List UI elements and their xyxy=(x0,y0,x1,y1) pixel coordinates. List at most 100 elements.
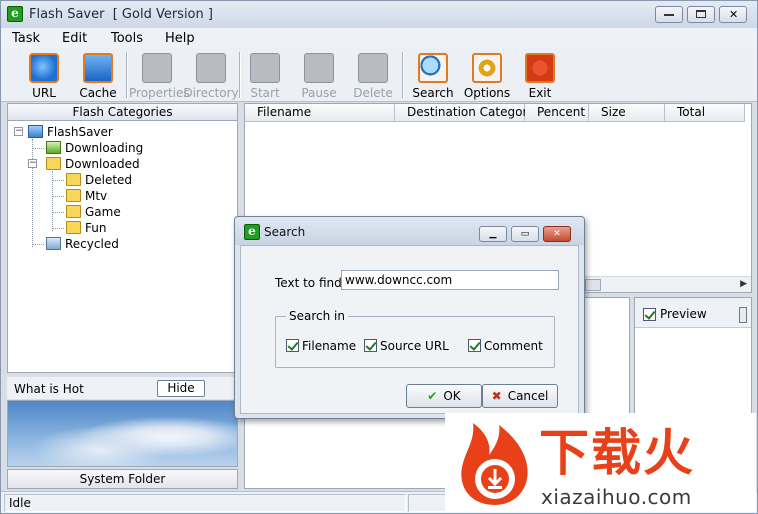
watermark: 下载火 xiazaihuo.com xyxy=(445,413,756,512)
pause-label: Pause xyxy=(301,86,337,100)
category-tree: − − FlashSaver Downloading Downloaded De… xyxy=(7,121,238,373)
delete-download-icon xyxy=(358,53,388,83)
scroll-right-icon[interactable]: ▶ xyxy=(740,279,747,289)
title-bar[interactable]: e Flash Saver [ Gold Version ] ✕ xyxy=(1,1,757,28)
tree-line xyxy=(52,196,64,197)
filename-option[interactable]: Filename xyxy=(286,339,356,353)
pause-button[interactable]: Pause xyxy=(291,51,347,101)
delete-button[interactable]: Delete xyxy=(345,51,401,101)
folder-icon xyxy=(66,205,81,218)
search-magnifier-icon xyxy=(418,53,448,83)
tree-item-deleted[interactable]: Deleted xyxy=(66,172,132,188)
collapse-toggle-icon[interactable]: − xyxy=(14,127,23,136)
hide-button[interactable]: Hide xyxy=(157,380,205,397)
tree-item-label: Recycled xyxy=(65,237,119,251)
tree-item-label: Downloading xyxy=(65,141,144,155)
tree-item-mtv[interactable]: Mtv xyxy=(66,188,107,204)
menu-tools[interactable]: Tools xyxy=(111,31,143,46)
toolbar: URL Cache Properties Directory Start Pau… xyxy=(1,48,757,102)
status-text: Idle xyxy=(4,494,406,512)
cache-disk-icon xyxy=(83,53,113,83)
url-label: URL xyxy=(32,86,56,100)
start-download-icon xyxy=(250,53,280,83)
system-folder-button[interactable]: System Folder xyxy=(7,469,238,489)
comment-checkbox[interactable] xyxy=(468,339,481,352)
exit-button[interactable]: Exit xyxy=(512,51,568,101)
cancel-button[interactable]: ✖ Cancel xyxy=(482,384,558,408)
ok-button[interactable]: ✔ OK xyxy=(406,384,482,408)
search-dialog-title-bar[interactable]: e Search ▁ ▭ ✕ xyxy=(235,217,584,245)
filename-option-label: Filename xyxy=(302,339,357,353)
hot-banner-image[interactable] xyxy=(7,400,238,467)
dialog-minimize-button[interactable]: ▁ xyxy=(479,226,507,242)
options-button[interactable]: Options xyxy=(459,51,515,101)
toolbar-separator xyxy=(126,52,128,98)
comment-option-label: Comment xyxy=(484,339,543,353)
folder-icon xyxy=(66,189,81,202)
categories-header: Flash Categories xyxy=(7,103,238,121)
comment-option[interactable]: Comment xyxy=(468,339,543,353)
menu-task[interactable]: Task xyxy=(12,31,40,46)
source-url-checkbox[interactable] xyxy=(364,339,377,352)
collapse-toggle-icon[interactable]: − xyxy=(28,159,37,168)
cache-button[interactable]: Cache xyxy=(70,51,126,101)
ok-label: OK xyxy=(443,389,461,403)
tree-item-label: Downloaded xyxy=(65,157,140,171)
preview-slider-handle[interactable] xyxy=(739,307,747,323)
search-button[interactable]: Search xyxy=(405,51,461,101)
directory-button[interactable]: Directory xyxy=(183,51,239,101)
tree-item-label: Mtv xyxy=(85,189,108,203)
preview-checkbox[interactable] xyxy=(643,308,656,321)
cross-icon: ✖ xyxy=(491,389,502,403)
tree-item-game[interactable]: Game xyxy=(66,204,121,220)
menu-edit[interactable]: Edit xyxy=(62,31,87,46)
tree-item-recycled[interactable]: Recycled xyxy=(46,236,119,252)
maximize-icon: ▭ xyxy=(520,229,530,239)
tree-item-downloaded[interactable]: Downloaded xyxy=(46,156,140,172)
toolbar-separator xyxy=(402,52,404,98)
column-total[interactable]: Total xyxy=(665,104,745,122)
tree-line xyxy=(52,228,64,229)
menu-help[interactable]: Help xyxy=(165,31,195,46)
url-button[interactable]: URL xyxy=(16,51,72,101)
tree-item-label: Fun xyxy=(85,221,107,235)
directory-icon xyxy=(196,53,226,83)
check-icon: ✔ xyxy=(427,389,438,403)
properties-button[interactable]: Properties xyxy=(129,51,190,101)
tree-line xyxy=(32,139,33,247)
minimize-button[interactable] xyxy=(655,6,683,23)
text-to-find-input[interactable]: www.downcc.com xyxy=(341,270,559,290)
directory-label: Directory xyxy=(183,86,239,100)
start-button[interactable]: Start xyxy=(237,51,293,101)
column-destination-category[interactable]: Destination Category xyxy=(395,104,535,122)
cancel-label: Cancel xyxy=(507,389,549,403)
minimize-icon xyxy=(664,14,674,16)
folder-icon xyxy=(66,173,81,186)
source-url-option[interactable]: Source URL xyxy=(364,339,449,353)
dialog-close-button[interactable]: ✕ xyxy=(543,226,571,242)
what-is-hot-label: What is Hot xyxy=(14,382,84,396)
column-size[interactable]: Size xyxy=(589,104,665,122)
window-title: Flash Saver [ Gold Version ] xyxy=(29,7,213,22)
close-button[interactable]: ✕ xyxy=(719,6,747,23)
tree-item-label: Deleted xyxy=(85,173,133,187)
exit-label: Exit xyxy=(528,86,552,100)
properties-icon xyxy=(142,53,172,83)
maximize-button[interactable] xyxy=(687,6,715,23)
delete-label: Delete xyxy=(353,86,393,100)
tree-item-flashsaver[interactable]: FlashSaver xyxy=(28,124,113,140)
minimize-icon: ▁ xyxy=(489,229,497,239)
recycle-bin-icon xyxy=(46,237,61,250)
close-icon: ✕ xyxy=(553,229,561,239)
column-filename[interactable]: Filename xyxy=(245,104,395,122)
tree-item-downloading[interactable]: Downloading xyxy=(46,140,143,156)
tree-item-fun[interactable]: Fun xyxy=(66,220,106,236)
column-pencent[interactable]: Pencent xyxy=(525,104,589,122)
scrollbar-thumb[interactable] xyxy=(585,279,601,291)
search-dialog: e Search ▁ ▭ ✕ Text to find www.downcc.c… xyxy=(234,216,585,419)
search-dialog-title: Search xyxy=(264,225,306,239)
filename-checkbox[interactable] xyxy=(286,339,299,352)
start-label: Start xyxy=(250,86,280,100)
watermark-url: xiazaihuo.com xyxy=(541,485,692,509)
dialog-maximize-button[interactable]: ▭ xyxy=(511,226,539,242)
